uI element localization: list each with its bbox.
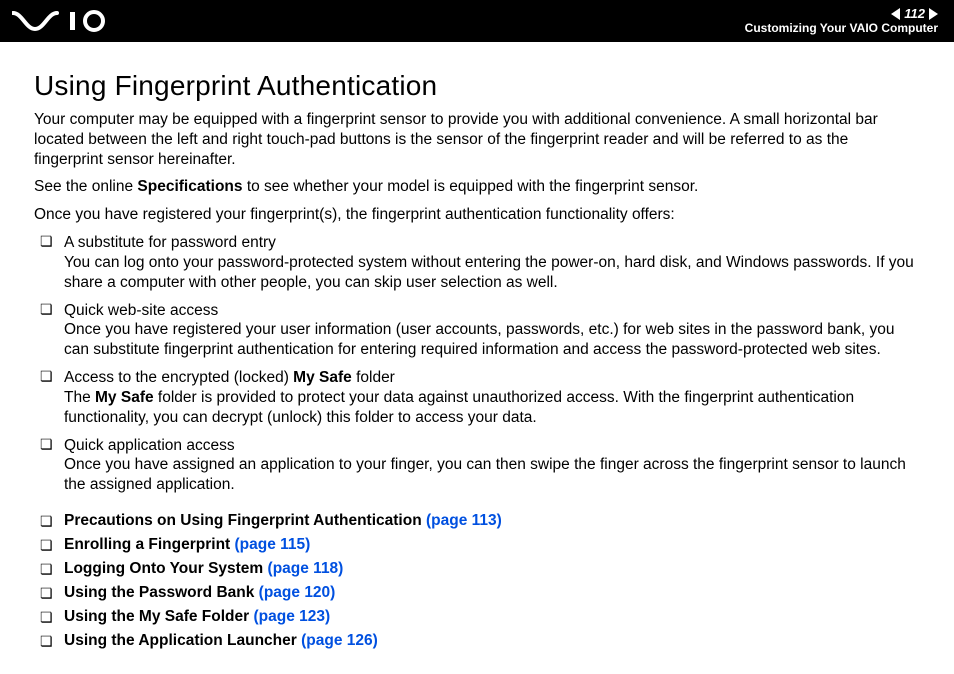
page-link[interactable]: (page 120) xyxy=(259,584,336,601)
text: Access to the encrypted (locked) xyxy=(64,369,293,386)
mysafe-bold: My Safe xyxy=(293,369,352,386)
content: Using Fingerprint Authentication Your co… xyxy=(0,42,954,653)
header-bar: 112 Customizing Your VAIO Computer xyxy=(0,0,954,42)
item-body: The My Safe folder is provided to protec… xyxy=(64,389,854,426)
text: to see whether your model is equipped wi… xyxy=(243,178,699,195)
mysafe-bold: My Safe xyxy=(95,389,154,406)
item-body: You can log onto your password-protected… xyxy=(64,254,914,291)
link-label: Using the Password Bank xyxy=(64,584,254,601)
text: See the online xyxy=(34,178,137,195)
next-page-icon[interactable] xyxy=(929,8,938,20)
link-item: Using the Password Bank (page 120) xyxy=(34,581,920,605)
item-lead: Quick application access xyxy=(64,437,235,454)
intro-p1: Your computer may be equipped with a fin… xyxy=(34,110,920,169)
item-lead: A substitute for password entry xyxy=(64,234,276,251)
item-lead: Access to the encrypted (locked) My Safe… xyxy=(64,369,395,386)
link-item: Using the Application Launcher (page 126… xyxy=(34,629,920,653)
page-link[interactable]: (page 113) xyxy=(426,512,502,529)
link-item: Precautions on Using Fingerprint Authent… xyxy=(34,509,920,533)
page-title: Using Fingerprint Authentication xyxy=(34,70,920,102)
link-item: Logging Onto Your System (page 118) xyxy=(34,557,920,581)
link-label: Using the Application Launcher xyxy=(64,632,297,649)
intro-p2: See the online Specifications to see whe… xyxy=(34,177,920,197)
section-title: Customizing Your VAIO Computer xyxy=(745,22,938,35)
header-right: 112 Customizing Your VAIO Computer xyxy=(745,7,938,35)
page-link[interactable]: (page 118) xyxy=(268,560,344,577)
list-item: Quick web-site access Once you have regi… xyxy=(34,301,920,360)
list-item: Access to the encrypted (locked) My Safe… xyxy=(34,368,920,427)
text: folder xyxy=(352,369,395,386)
link-item: Using the My Safe Folder (page 123) xyxy=(34,605,920,629)
link-label: Enrolling a Fingerprint xyxy=(64,536,230,553)
item-body: Once you have registered your user infor… xyxy=(64,321,895,358)
prev-page-icon[interactable] xyxy=(891,8,900,20)
list-item: Quick application access Once you have a… xyxy=(34,436,920,495)
specifications-bold: Specifications xyxy=(137,178,242,195)
item-lead: Quick web-site access xyxy=(64,302,218,319)
text: The xyxy=(64,389,95,406)
item-body: Once you have assigned an application to… xyxy=(64,456,906,493)
topic-links: Precautions on Using Fingerprint Authent… xyxy=(34,509,920,653)
feature-list: A substitute for password entry You can … xyxy=(34,233,920,495)
page-link[interactable]: (page 126) xyxy=(301,632,378,649)
intro-p3: Once you have registered your fingerprin… xyxy=(34,205,920,225)
page-link[interactable]: (page 123) xyxy=(253,608,330,625)
page-link[interactable]: (page 115) xyxy=(235,536,311,553)
link-label: Precautions on Using Fingerprint Authent… xyxy=(64,512,422,529)
link-label: Using the My Safe Folder xyxy=(64,608,249,625)
text: folder is provided to protect your data … xyxy=(64,389,854,426)
page-number: 112 xyxy=(904,7,925,21)
list-item: A substitute for password entry You can … xyxy=(34,233,920,292)
link-label: Logging Onto Your System xyxy=(64,560,263,577)
link-item: Enrolling a Fingerprint (page 115) xyxy=(34,533,920,557)
vaio-logo xyxy=(12,10,122,32)
